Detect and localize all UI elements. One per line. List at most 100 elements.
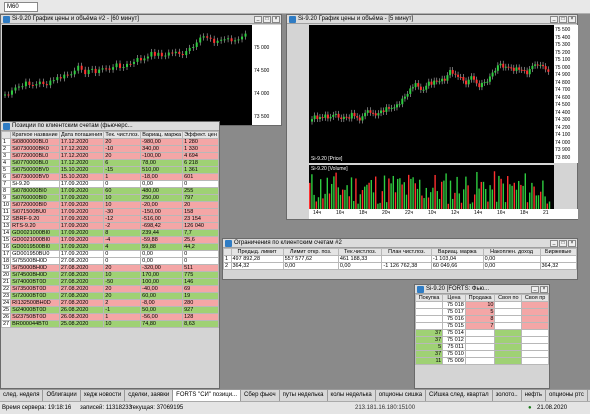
chart1-plot[interactable]: [2, 25, 252, 125]
workspace-tab[interactable]: Сбер фьюч: [241, 390, 280, 401]
table-row[interactable]: 21 Si74000BT0D 27.08.2020 -50 100,00 146: [0, 278, 219, 286]
candle-body: [433, 80, 436, 85]
workspace-tab[interactable]: колы неделька: [328, 390, 376, 401]
workspace-tab[interactable]: золото..: [493, 390, 522, 401]
workspace-tab[interactable]: хедж новости: [81, 390, 126, 401]
table-row[interactable]: 12 SBRF-9.20 17.09.2020 -12 -516,00 23 154: [0, 215, 219, 223]
table-row[interactable]: 17 GD001950BU0 17.09.2020 0 0,00 0: [0, 250, 219, 258]
maximize-button[interactable]: □: [263, 16, 271, 23]
orderbook-row[interactable]: 75 018 10: [414, 301, 549, 309]
table-row[interactable]: 5 Si0750000BV0 15.10.2020 -15 510,00 1 361: [0, 166, 219, 174]
column-header[interactable]: [223, 248, 232, 256]
orderbook-row[interactable]: 75 017 5: [414, 308, 549, 316]
column-header[interactable]: Своя пр: [521, 294, 549, 302]
column-header[interactable]: Биржевые: [539, 248, 577, 256]
table-row[interactable]: 24 RI132500BH0D 27.08.2020 2 -8,00 280: [0, 299, 219, 307]
column-header[interactable]: Тек. чист.поз.: [103, 131, 142, 139]
table-row[interactable]: 11 Si071500BU0 17.09.2020 -30 -150,00 158: [0, 208, 219, 216]
workspace-tab[interactable]: след. неделя: [0, 390, 44, 401]
table-cell: Si0720000BL0: [10, 152, 60, 160]
minimize-button[interactable]: _: [550, 16, 558, 23]
minimize-button[interactable]: _: [550, 240, 558, 247]
column-header[interactable]: Эффект. цен: [182, 131, 219, 139]
volume-bar: [412, 177, 414, 209]
table-row[interactable]: 1 Si0800000BL0 17.12.2020 20 -980,00 1 280: [0, 138, 219, 146]
chart2-volume[interactable]: Si-9.20 [Volume]: [309, 165, 554, 209]
table-row[interactable]: 10 Si0720000BI0 17.09.2020 10 -20,00 20: [0, 201, 219, 209]
workspace-tab[interactable]: путы неделька: [280, 390, 328, 401]
workspace-tab[interactable]: Облигации: [43, 390, 81, 401]
table-row[interactable]: 19 Si75000BH0D 27.08.2020 20 -320,00 511: [0, 264, 219, 272]
column-header[interactable]: Своя по: [494, 294, 523, 302]
workspace-tab[interactable]: СИшка след. квартал: [426, 390, 493, 401]
orderbook-row[interactable]: 75 015 7: [414, 322, 549, 330]
table-row[interactable]: 8 Si0780000BI0 17.09.2020 60 480,00 255: [0, 187, 219, 195]
minimize-button[interactable]: _: [531, 286, 539, 293]
candle-body: [496, 65, 499, 71]
workspace-tab[interactable]: сделки, заявки: [125, 390, 174, 401]
column-header[interactable]: Продажа: [464, 294, 496, 302]
table-row[interactable]: 3 Si0720000BL0 17.12.2020 20 -100,00 4 694: [0, 152, 219, 160]
workspace-tab[interactable]: нефть: [522, 390, 546, 401]
column-header[interactable]: Вариац. маржа: [430, 248, 484, 256]
table-cell: 797: [182, 194, 219, 202]
table-row[interactable]: 7 Si-9.20 17.09.2020 0 0,00 0: [0, 180, 219, 188]
maximize-button[interactable]: □: [559, 240, 567, 247]
close-button[interactable]: ×: [540, 286, 548, 293]
minimize-button[interactable]: _: [254, 16, 262, 23]
table-row[interactable]: 26 Si23750BT0D 26.08.2020 1 -56,00 128: [0, 313, 219, 321]
column-header[interactable]: План чист.поз.: [381, 248, 432, 256]
column-header[interactable]: Накоплен. доход: [482, 248, 541, 256]
close-button[interactable]: ×: [272, 16, 280, 23]
orderbook-row[interactable]: 37 75 012: [414, 336, 549, 344]
column-header[interactable]: Предыд. лимит: [230, 248, 284, 256]
column-header[interactable]: Тек.чист.поз.: [337, 248, 383, 256]
table-row[interactable]: 2 Si0730000BK0 17.12.2020 -10 340,00 1 330: [0, 145, 219, 153]
limits-table: Предыд. лимит Лимит откр. поз. Тек.чист.по…: [223, 248, 577, 270]
workspace-tab[interactable]: опционы сишка: [376, 390, 427, 401]
table-row[interactable]: 25 Si24000BT0D 26.08.2020 -1 50,00 927: [0, 306, 219, 314]
column-header[interactable]: Цена: [442, 294, 466, 302]
column-header[interactable]: Лимит откр. поз.: [282, 248, 339, 256]
orderbook-row[interactable]: 5 75 011: [414, 343, 549, 351]
orderbook-row[interactable]: 37 75 010: [414, 350, 549, 358]
maximize-button[interactable]: □: [559, 16, 567, 23]
time-tick: 20ч: [382, 210, 391, 216]
column-header[interactable]: Краткое название: [10, 131, 60, 139]
table-row[interactable]: 18 Si75500BH0D 27.08.2020 0 0,00 0: [0, 257, 219, 265]
table-row[interactable]: 1 497 892,28 557 577,62 461 188,33 -1 103,04…: [223, 255, 577, 263]
column-header[interactable]: Покупка: [414, 294, 444, 302]
table-row[interactable]: 4 Si0770000BL0 17.12.2020 6 78,00 6 218: [0, 159, 219, 167]
volume-bar: [346, 185, 348, 209]
orderbook-row[interactable]: 37 75 014: [414, 329, 549, 337]
orderbook-row[interactable]: 11 75 009: [414, 357, 549, 365]
table-row[interactable]: 23 Si72000BT0D 27.08.2020 20 60,00 19: [0, 292, 219, 300]
candle-body: [430, 81, 433, 85]
table-row[interactable]: 13 RTS-9.20 17.09.2020 -2 -698,42 126 040: [0, 222, 219, 230]
table-row[interactable]: 14 GD0021000BI0 17.09.2020 8 239,44 7,7: [0, 229, 219, 237]
table-row[interactable]: 6 Si0730000BV0 15.10.2020 1 -18,00 601: [0, 173, 219, 181]
table-row[interactable]: 15 GD0021000BI0 17.09.2020 -4 -59,88 25,6: [0, 236, 219, 244]
orderbook-row[interactable]: 75 016 8: [414, 315, 549, 323]
column-header[interactable]: Вариац. маржа: [140, 131, 184, 139]
table-row[interactable]: 2 364,32 0,00 0,00 -1 126 762,38 60 049,66 0,0…: [223, 262, 577, 270]
chart-window-60min[interactable]: Si-9.20 График цены и объёма #2 - [60 ми…: [0, 14, 282, 126]
workspace-tab[interactable]: FORTS "СИ" позици...: [173, 390, 242, 401]
column-header[interactable]: [0, 131, 12, 139]
table-row[interactable]: 22 Si73500BT0D 27.08.2020 20 -40,00 69: [0, 285, 219, 293]
column-header[interactable]: Дата погашения: [58, 131, 105, 139]
close-button[interactable]: ×: [568, 240, 576, 247]
positions-window[interactable]: Позиции по клиентским счетам (фьючерс...…: [0, 121, 220, 389]
chart2-plot[interactable]: Si-9.20 [Price]: [309, 25, 554, 163]
workspace-tab[interactable]: опционы ртс: [546, 390, 588, 401]
chart-window-5min[interactable]: Si-9.20 График цены и объёма - [5 минут]…: [286, 14, 578, 220]
table-cell: 60 049,66: [430, 262, 484, 270]
limits-window[interactable]: Ограничения по клиентским счетам #2 _ □ × …: [222, 238, 578, 280]
table-row[interactable]: 16 GD0019500BI0 17.09.2020 4 59,88 44,2: [0, 243, 219, 251]
close-button[interactable]: ×: [568, 16, 576, 23]
period-select[interactable]: M60: [4, 2, 38, 12]
table-row[interactable]: 27 BR000044BT0 25.08.2020 10 74,80 8,63: [0, 320, 219, 328]
table-row[interactable]: 9 Si0760000BI0 17.09.2020 10 250,00 797: [0, 194, 219, 202]
orderbook-window[interactable]: Si-9.20 [FORTS: Фью... _ × Покупка Цена Про…: [414, 284, 550, 389]
table-row[interactable]: 20 Si74500BH0D 27.08.2020 10 170,00 775: [0, 271, 219, 279]
